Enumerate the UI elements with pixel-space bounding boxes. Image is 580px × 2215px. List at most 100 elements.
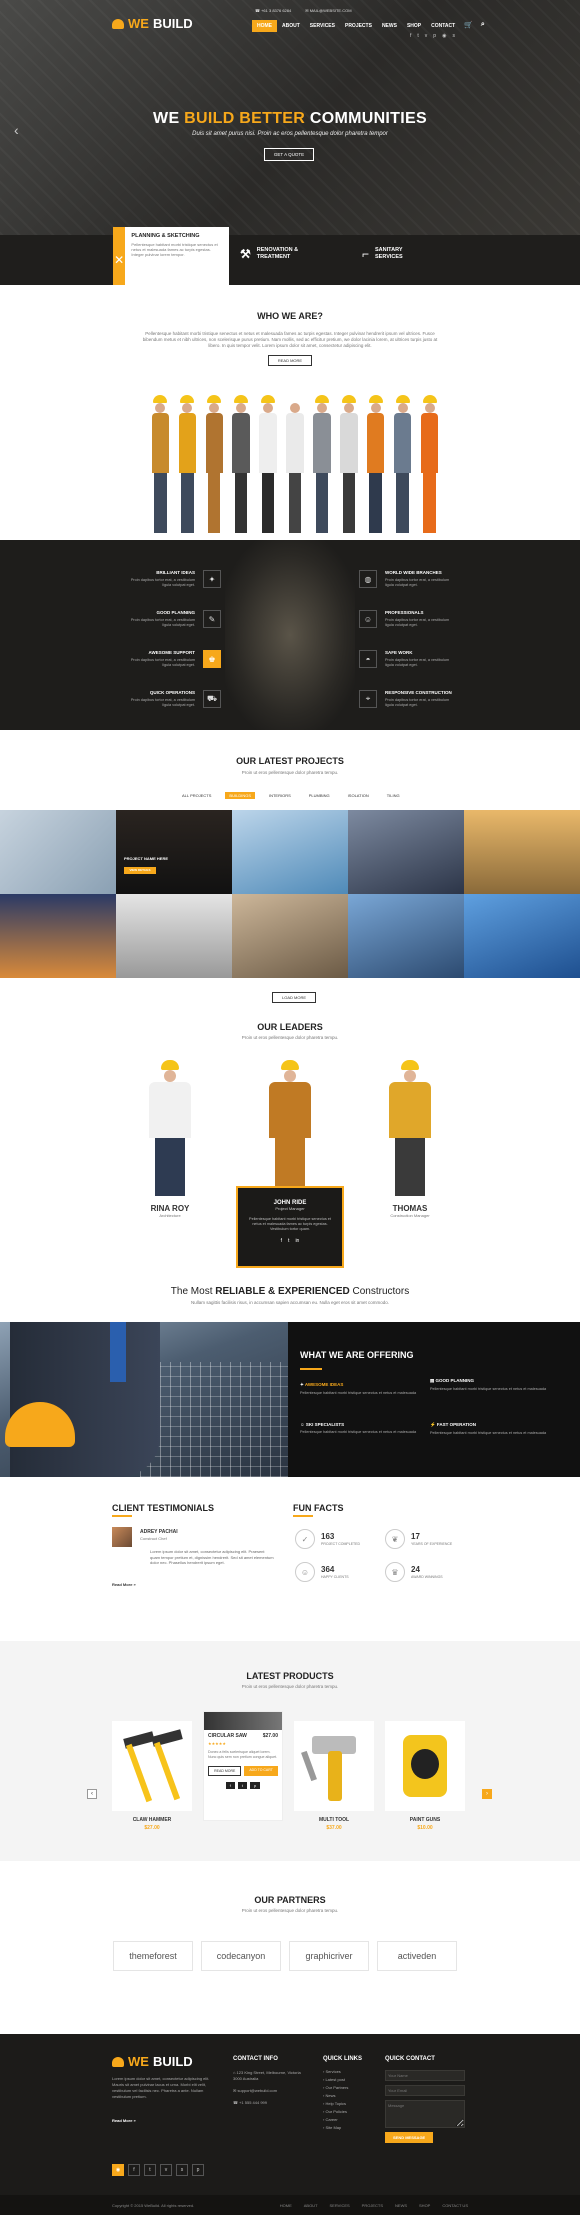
logo[interactable]: WE BUILD (112, 16, 193, 31)
project-tile[interactable] (232, 894, 348, 978)
linkedin-icon[interactable]: in (295, 1238, 299, 1244)
product-card[interactable]: CLAW HAMMER $27.00 (112, 1721, 192, 1831)
project-tile[interactable] (0, 894, 116, 978)
footer-nav-item[interactable]: CONTACT US (442, 2203, 468, 2208)
project-tile[interactable] (116, 894, 232, 978)
skype-icon[interactable]: s (452, 33, 455, 39)
email-text[interactable]: ✉ MAIL@WEBSITE.COM (305, 8, 351, 13)
nav-contact[interactable]: CONTACT (426, 20, 460, 32)
facebook-icon[interactable]: f (410, 33, 411, 39)
project-tile[interactable] (348, 894, 464, 978)
email-field[interactable] (385, 2085, 465, 2096)
helmet-icon (112, 2056, 124, 2067)
service-planning[interactable]: ✕ PLANNING & SKETCHING Pellentesque habit… (113, 227, 229, 285)
footer-link[interactable]: › Our Partners (323, 2084, 348, 2092)
project-tile[interactable] (0, 810, 116, 894)
project-tile-active[interactable]: PROJECT NAME HERE VIEW DETAILS (116, 810, 232, 894)
facebook-icon[interactable]: f (225, 1782, 235, 1789)
leader-card[interactable]: RINA ROY Architecture (135, 1060, 205, 1218)
send-message-button[interactable]: SEND MESSAGE (385, 2132, 434, 2143)
twitter-icon[interactable]: t (417, 33, 418, 39)
get-quote-button[interactable]: GET A QUOTE (264, 148, 314, 161)
pinterest-icon[interactable]: p (433, 33, 436, 39)
message-field[interactable] (385, 2100, 465, 2128)
product-read-more-button[interactable]: READ MORE (208, 1766, 242, 1776)
rss-icon[interactable]: ◉ (442, 33, 446, 39)
footer-nav-item[interactable]: SERVICES (330, 2203, 350, 2208)
filter-buildings[interactable]: BUILDINGS (225, 792, 255, 799)
cart-icon[interactable]: 🛒 (460, 20, 477, 32)
vimeo-icon[interactable]: v (160, 2164, 172, 2176)
footer-link[interactable]: › Latest post (323, 2076, 348, 2084)
footer-link[interactable]: › Services (323, 2068, 348, 2076)
project-tile[interactable] (232, 810, 348, 894)
products-next-icon[interactable]: › (482, 1789, 492, 1799)
skype-icon[interactable]: s (176, 2164, 188, 2176)
filter-all[interactable]: ALL PROJECTS (178, 792, 215, 799)
footer-link[interactable]: › Site Map (323, 2124, 348, 2132)
twitter-icon[interactable]: t (288, 1238, 289, 1244)
facebook-icon[interactable]: f (281, 1238, 282, 1244)
products-prev-icon[interactable]: ‹ (87, 1789, 97, 1799)
footer-logo[interactable]: WE BUILD (112, 2054, 193, 2069)
nav-shop[interactable]: SHOP (402, 20, 426, 32)
filter-plumbing[interactable]: PLUMBING (305, 792, 334, 799)
name-field[interactable] (385, 2070, 465, 2081)
project-tile[interactable] (348, 810, 464, 894)
read-more-button[interactable]: READ MORE (267, 355, 313, 366)
twitter-icon[interactable]: t (237, 1782, 247, 1789)
client-name: ADREY PACHAI (140, 1529, 178, 1535)
filter-tiling[interactable]: TILING (383, 792, 404, 799)
footer-link[interactable]: › Our Policies (323, 2108, 348, 2116)
copyright-text: Copyright © 2015 WeBuild. All rights res… (112, 2202, 195, 2208)
nav-about[interactable]: ABOUT (277, 20, 305, 32)
nav-projects[interactable]: PROJECTS (340, 20, 377, 32)
footer-read-more[interactable]: Read More » (112, 2118, 136, 2123)
main-nav: HOME ABOUT SERVICES PROJECTS NEWS SHOP C… (252, 20, 489, 32)
view-details-button[interactable]: VIEW DETAILS (124, 867, 156, 874)
load-more-button[interactable]: LOAD MORE (272, 992, 317, 1003)
quick-contact-title: QUICK CONTACT (385, 2056, 435, 2062)
nav-services[interactable]: SERVICES (305, 20, 340, 32)
truck-icon: ⛟ (203, 690, 221, 708)
leader-card[interactable] (255, 1060, 325, 1200)
rss-icon[interactable]: ◉ (112, 2164, 124, 2176)
project-tile[interactable] (464, 810, 580, 894)
facebook-icon[interactable]: f (128, 2164, 140, 2176)
footer-nav-item[interactable]: NEWS (395, 2203, 407, 2208)
partner-logo[interactable]: graphicriver (289, 1941, 369, 1971)
footer-nav-item[interactable]: PROJECTS (362, 2203, 383, 2208)
testimonial-read-more[interactable]: Read More » (112, 1582, 136, 1587)
product-card[interactable]: MULTI TOOL $37.00 (294, 1721, 374, 1831)
nav-home[interactable]: HOME (252, 20, 277, 32)
partner-logo[interactable]: codecanyon (201, 1941, 281, 1971)
service-sanitary[interactable]: ⌐ SANITARY SERVICES (362, 247, 415, 261)
search-icon[interactable]: ⌕ (477, 20, 489, 32)
footer-nav-item[interactable]: ABOUT (304, 2203, 318, 2208)
who-title: WHO WE ARE? (257, 311, 323, 321)
footer-social: ◉ f t v s p (112, 2164, 204, 2176)
product-card-active[interactable]: CIRCULAR SAW $27.00 ★★★★★ Donec a felis s… (203, 1711, 283, 1821)
product-card[interactable]: PAINT GUNS $10.00 (385, 1721, 465, 1831)
nav-news[interactable]: NEWS (377, 20, 402, 32)
footer-link[interactable]: › Career (323, 2116, 348, 2124)
twitter-icon[interactable]: t (144, 2164, 156, 2176)
pinterest-icon[interactable]: p (250, 1782, 261, 1789)
project-tile[interactable] (464, 894, 580, 978)
add-to-cart-button[interactable]: ADD TO CART (244, 1766, 278, 1776)
partner-logo[interactable]: activeden (377, 1941, 457, 1971)
vimeo-icon[interactable]: v (425, 33, 428, 39)
service-renovation[interactable]: ⚒ RENOVATION & TREATMENT (240, 247, 307, 261)
partners-section: OUR PARTNERS Proin ut eros pellentesque … (0, 1861, 580, 1986)
filter-isolation[interactable]: ISOLATION (344, 792, 373, 799)
feature-professionals: PROFESSIONALS Proin dapibus tortor erat, … (359, 610, 455, 628)
lightbulb-icon: ✦ (203, 570, 221, 588)
footer-nav-item[interactable]: SHOP (419, 2203, 430, 2208)
footer-link[interactable]: › News (323, 2092, 348, 2100)
partner-logo[interactable]: themeforest (113, 1941, 193, 1971)
leader-card[interactable]: THOMAS Construction Manager (375, 1060, 445, 1218)
pinterest-icon[interactable]: p (192, 2164, 204, 2176)
footer-link[interactable]: › Help Topics (323, 2100, 348, 2108)
footer-nav-item[interactable]: HOME (280, 2203, 292, 2208)
filter-interiors[interactable]: INTERIORS (265, 792, 295, 799)
